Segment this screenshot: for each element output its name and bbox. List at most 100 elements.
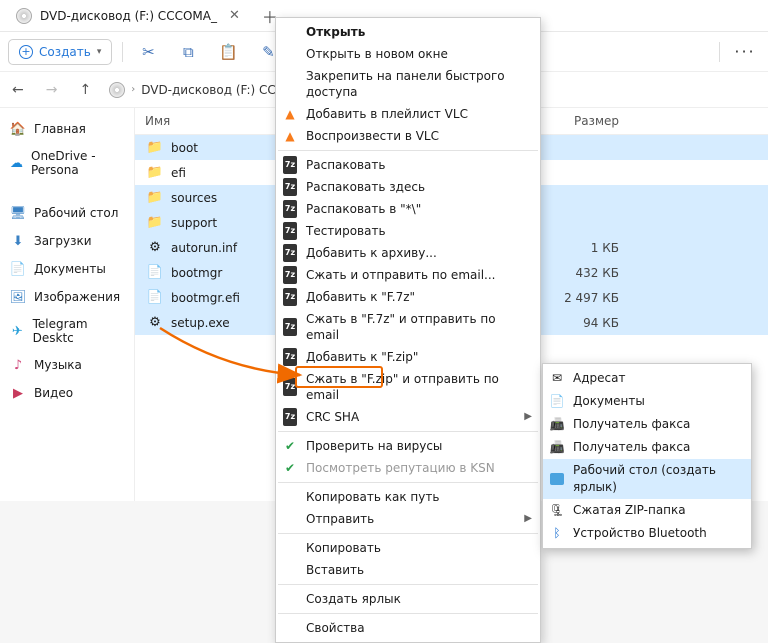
ctx-add-zip[interactable]: 7zДобавить к "F.zip" <box>276 346 540 368</box>
sub-bluetooth[interactable]: ᛒУстройство Bluetooth <box>543 522 751 545</box>
sub-recipient[interactable]: ✉Адресат <box>543 367 751 390</box>
sidebar-item-music[interactable]: ♪Музыка <box>4 352 130 378</box>
7z-icon: 7z <box>282 409 298 425</box>
sub-label: Рабочий стол (создать ярлык) <box>573 462 741 496</box>
ctx-shortcut[interactable]: Создать ярлык <box>276 588 540 610</box>
shield-icon: ✔ <box>282 460 298 476</box>
ctx-properties[interactable]: Свойства <box>276 617 540 639</box>
ctx-label: Тестировать <box>306 223 386 239</box>
pictures-icon: 🖼 <box>10 289 26 305</box>
ctx-label: Посмотреть репутацию в KSN <box>306 460 495 476</box>
sub-fax1[interactable]: 📠Получатель факса <box>543 413 751 436</box>
ctx-label: Добавить к архиву... <box>306 245 437 261</box>
ctx-label: Отправить <box>306 511 374 527</box>
ctx-label: Сжать в "F.zip" и отправить по email <box>306 371 530 403</box>
7z-icon: 7z <box>282 379 298 395</box>
close-tab-icon[interactable]: ✕ <box>225 8 244 23</box>
ctx-send-to[interactable]: Отправить ▶ <box>276 508 540 530</box>
up-button[interactable]: ↑ <box>75 78 95 102</box>
sub-documents[interactable]: 📄Документы <box>543 390 751 413</box>
sidebar-item-downloads[interactable]: ⬇Загрузки <box>4 228 130 254</box>
ctx-test[interactable]: 7zТестировать <box>276 220 540 242</box>
ctx-label: Проверить на вирусы <box>306 438 442 454</box>
ctx-label: Распаковать здесь <box>306 179 425 195</box>
sub-fax2[interactable]: 📠Получатель факса <box>543 436 751 459</box>
ctx-zip-email[interactable]: 7zСжать и отправить по email... <box>276 264 540 286</box>
tab-active[interactable]: DVD-дисковод (F:) CCCOMA_ ✕ <box>6 2 254 30</box>
ctx-paste[interactable]: Вставить <box>276 559 540 581</box>
downloads-icon: ⬇ <box>10 233 26 249</box>
sidebar-item-video[interactable]: ▶ Видео <box>4 380 130 406</box>
file-icon: ⚙ <box>145 315 165 331</box>
ctx-label: CRC SHA <box>306 409 359 425</box>
copy-icon[interactable]: ⧉ <box>173 37 203 67</box>
sidebar-item-home[interactable]: 🏠Главная <box>4 116 130 142</box>
sidebar-item-onedrive[interactable]: ☁OneDrive - Persona <box>4 144 130 182</box>
share-icon[interactable] <box>679 37 709 67</box>
submenu-arrow-icon: ▶ <box>524 511 532 527</box>
ctx-pin[interactable]: Закрепить на панели быстрого доступа <box>276 65 540 103</box>
ctx-label: Добавить в плейлист VLC <box>306 106 468 122</box>
music-icon: ♪ <box>10 357 26 373</box>
fax-icon: 📠 <box>549 417 565 433</box>
ctx-zip-email2[interactable]: 7z Сжать в "F.zip" и отправить по email <box>276 368 540 406</box>
back-button[interactable]: ← <box>8 78 28 102</box>
ctx-separator <box>278 533 538 534</box>
new-button[interactable]: + Создать ▾ <box>8 39 112 65</box>
ctx-unpack-to[interactable]: 7zРаспаковать в "*\" <box>276 198 540 220</box>
ctx-unpack[interactable]: 7z Распаковать <box>276 154 540 176</box>
documents-icon: 📄 <box>10 261 26 277</box>
ctx-label: Копировать <box>306 540 381 556</box>
file-icon: 📁 <box>145 190 165 206</box>
forward-button[interactable]: → <box>42 78 62 102</box>
cut-icon[interactable]: ✂ <box>133 37 163 67</box>
sidebar-label: Telegram Desktc <box>33 317 124 345</box>
ctx-label: Сжать в "F.7z" и отправить по email <box>306 311 530 343</box>
sidebar-label: Рабочий стол <box>34 206 118 220</box>
bluetooth-icon: ᛒ <box>549 526 565 542</box>
fax-icon: 📠 <box>549 440 565 456</box>
ctx-separator <box>278 584 538 585</box>
sub-label: Сжатая ZIP-папка <box>573 502 686 519</box>
sidebar-label: Изображения <box>34 290 120 304</box>
vlc-icon: ▲ <box>282 128 298 144</box>
sidebar-label: Документы <box>34 262 106 276</box>
cloud-icon: ☁ <box>10 155 23 171</box>
sidebar-item-telegram[interactable]: ✈Telegram Desktc <box>4 312 130 350</box>
zip-icon: 🗜 <box>549 503 565 519</box>
ctx-open-new[interactable]: Открыть в новом окне <box>276 43 540 65</box>
ctx-vlc-play[interactable]: ▲Воспроизвести в VLC <box>276 125 540 147</box>
sidebar-item-pictures[interactable]: 🖼 Изображения <box>4 284 130 310</box>
ctx-copy-path[interactable]: Копировать как путь <box>276 486 540 508</box>
sidebar-label: Видео <box>34 386 73 400</box>
ctx-separator <box>278 482 538 483</box>
ctx-7z-email[interactable]: 7zСжать в "F.7z" и отправить по email <box>276 308 540 346</box>
ctx-open[interactable]: Открыть <box>276 21 540 43</box>
ctx-label: Добавить к "F.7z" <box>306 289 415 305</box>
column-size[interactable]: Размер <box>545 114 635 128</box>
sidebar-item-documents[interactable]: 📄 Документы <box>4 256 130 282</box>
ctx-ksn: ✔ Посмотреть репутацию в KSN <box>276 457 540 479</box>
ctx-add-archive[interactable]: 7zДобавить к архиву... <box>276 242 540 264</box>
more-button[interactable]: ··· <box>730 37 760 67</box>
ctx-separator <box>278 613 538 614</box>
ctx-crc[interactable]: 7z CRC SHA ▶ <box>276 406 540 428</box>
ctx-vlc-playlist[interactable]: ▲ Добавить в плейлист VLC <box>276 103 540 125</box>
ctx-unpack-here[interactable]: 7zРаспаковать здесь <box>276 176 540 198</box>
sidebar-item-desktop[interactable]: 🖥 Рабочий стол <box>4 200 130 226</box>
submenu-arrow-icon: ▶ <box>524 409 532 425</box>
vlc-icon: ▲ <box>282 106 298 122</box>
home-icon: 🏠 <box>10 121 26 137</box>
video-icon: ▶ <box>10 385 26 401</box>
ctx-copy[interactable]: Копировать <box>276 537 540 559</box>
paste-icon[interactable]: 📋 <box>213 37 243 67</box>
desktop-icon: 🖥 <box>10 205 26 221</box>
ctx-virus[interactable]: ✔Проверить на вирусы <box>276 435 540 457</box>
ctx-label: Распаковать <box>306 157 385 173</box>
divider <box>719 42 720 62</box>
ctx-add-7z[interactable]: 7zДобавить к "F.7z" <box>276 286 540 308</box>
7z-icon: 7z <box>282 267 298 283</box>
7z-icon: 7z <box>282 157 298 173</box>
sub-zip[interactable]: 🗜 Сжатая ZIP-папка <box>543 499 751 522</box>
sub-desktop[interactable]: Рабочий стол (создать ярлык) <box>543 459 751 499</box>
